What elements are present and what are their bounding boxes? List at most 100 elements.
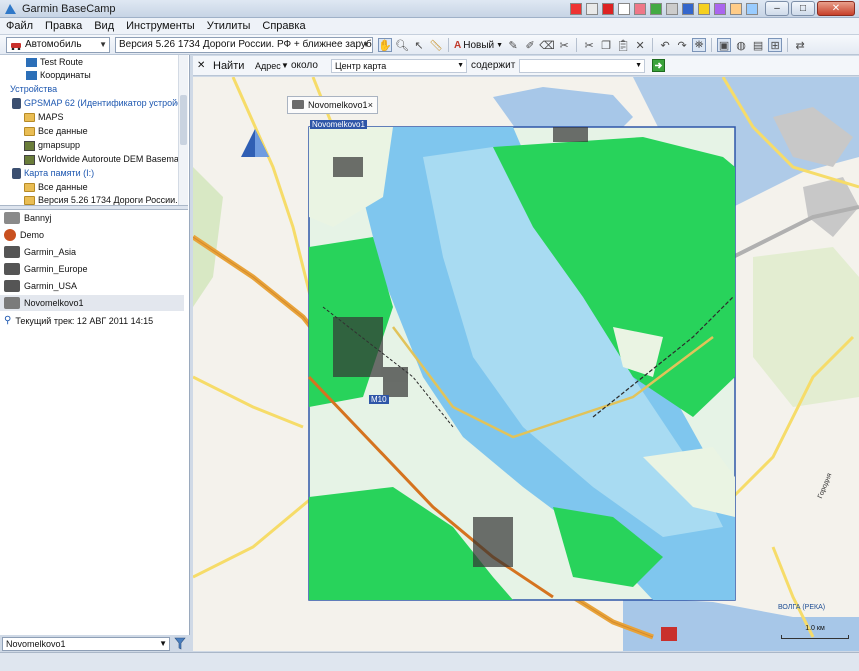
map-icon — [24, 154, 35, 165]
library-item[interactable]: Garmin_USA — [4, 278, 77, 294]
new-icon: A — [454, 39, 462, 51]
folder-icon — [24, 127, 35, 136]
tree-item[interactable]: Test Route — [26, 56, 83, 69]
select-arrow-icon[interactable]: ↖ — [412, 38, 426, 52]
ruler-icon[interactable]: 📏︎ — [429, 38, 443, 52]
collection-icon — [4, 297, 20, 309]
title-bar: Garmin BaseCamp ‒ □ ✕ — [0, 0, 859, 18]
library-item[interactable]: ⚲ Текущий трек: 12 АВГ 2011 14:15 — [4, 313, 153, 329]
library-item-selected[interactable]: Novomelkovo1 — [0, 295, 184, 311]
map-view[interactable]: Novomelkovo1 × Novomelkovo1 M10 ВОЛГА (Р… — [193, 77, 859, 651]
map-view-icon[interactable]: ▣ — [717, 38, 732, 52]
tree-item-gpsmap[interactable]: GPSMAP 62 (Идентификатор устройств — [12, 97, 188, 110]
tree-item-label: Координаты — [40, 70, 91, 80]
menu-utilities[interactable]: Утилиты — [207, 20, 251, 32]
river-label: ВОЛГА (РЕКА) — [778, 604, 826, 611]
folder-icon — [24, 196, 35, 205]
toolbar: Автомобиль ▼ Версия 5.26 1734 Дороги Рос… — [0, 35, 859, 55]
road-shield: M10 — [369, 395, 389, 404]
tree-item[interactable]: gmapsupp — [24, 139, 80, 152]
north-arrow — [241, 129, 269, 157]
library-item[interactable]: Garmin_Europe — [4, 261, 88, 277]
hand-tool-icon[interactable]: ✋ — [378, 38, 392, 52]
copy-icon[interactable]: ❐ — [599, 38, 613, 52]
left-panel: Test Route Координаты Устройства GPSMAP … — [0, 55, 190, 635]
raster-overlay[interactable] — [307, 126, 736, 601]
status-bar — [0, 652, 859, 671]
contains-label: содержит — [471, 60, 516, 71]
menu-bar: Файл Правка Вид Инструменты Утилиты Спра… — [0, 18, 859, 35]
close-tab-icon[interactable]: × — [368, 97, 373, 113]
chevron-down-icon: ▼ — [281, 61, 289, 70]
collection-icon — [292, 100, 304, 109]
chevron-down-icon: ▼ — [362, 40, 370, 49]
close-button[interactable]: ✕ — [817, 1, 855, 16]
menu-tools[interactable]: Инструменты — [126, 20, 195, 32]
filter-select[interactable]: Novomelkovo1 ▼ — [2, 637, 170, 651]
new-label: Новый — [463, 39, 495, 51]
collection-icon — [4, 263, 20, 275]
undo-icon[interactable]: ↶ — [658, 38, 672, 52]
grid-icon[interactable]: ⊞ — [768, 38, 783, 52]
cut-icon[interactable]: ✂ — [582, 38, 596, 52]
tree-item[interactable]: Все данные — [24, 181, 88, 194]
layers-icon[interactable]: ▤ — [751, 38, 765, 52]
tree-item-label: Все данные — [38, 182, 88, 192]
filter-icon[interactable] — [174, 637, 186, 650]
tree-item[interactable]: Все данные — [24, 125, 88, 138]
library-item[interactable]: Demo — [4, 227, 44, 243]
eraser-icon[interactable]: ⌫ — [539, 38, 555, 52]
map-product-value: Версия 5.26 1734 Дороги России. РФ + бли… — [119, 39, 373, 50]
menu-edit[interactable]: Правка — [45, 20, 82, 32]
tree-item-label: gmapsupp — [38, 140, 81, 150]
tree-item[interactable]: Координаты — [26, 69, 91, 82]
tree-item[interactable]: Worldwide Autoroute DEM Basemap.N — [24, 153, 188, 166]
menu-view[interactable]: Вид — [94, 20, 114, 32]
library-item-label: Bannyj — [24, 213, 52, 223]
menu-help[interactable]: Справка — [262, 20, 305, 32]
demo-icon — [4, 229, 16, 241]
scissors-icon[interactable]: ✂ — [557, 38, 571, 52]
tree-item-label: Версия 5.26 1734 Дороги России. Р — [38, 195, 187, 205]
go-icon[interactable] — [652, 59, 665, 72]
chevron-down-icon: ▼ — [635, 62, 642, 69]
minimize-button[interactable]: ‒ — [765, 1, 789, 16]
delete-icon[interactable]: ✕ — [633, 38, 647, 52]
sync-icon[interactable]: ⇄ — [793, 38, 807, 52]
menu-file[interactable]: Файл — [6, 20, 33, 32]
new-button[interactable]: A Новый ▼ — [454, 40, 503, 51]
device-icon — [12, 98, 21, 109]
car-icon — [11, 43, 21, 50]
tree-item-label: Устройства — [10, 84, 58, 94]
address-select[interactable]: Адрес — [255, 59, 281, 73]
library-item[interactable]: Bannyj — [4, 210, 52, 226]
pencil-icon[interactable]: ✎ — [506, 38, 520, 52]
library-item-label: Текущий трек: 12 АВГ 2011 14:15 — [15, 316, 154, 326]
tree-item[interactable]: Версия 5.26 1734 Дороги России. Р — [24, 194, 186, 205]
tree-scrollbar[interactable] — [178, 55, 188, 205]
tree-item-memory-card[interactable]: Карта памяти (I:) — [12, 167, 94, 180]
overlay-label: Novomelkovo1 — [310, 120, 367, 129]
maximize-button[interactable]: □ — [791, 1, 815, 16]
paste-icon[interactable]: 📋︎ — [616, 38, 630, 52]
devices-section[interactable]: Устройства — [10, 83, 57, 96]
edit-icon[interactable]: ✐ — [523, 38, 537, 52]
redo-icon[interactable]: ↷ — [675, 38, 689, 52]
globe-icon[interactable]: ◍ — [734, 38, 748, 52]
near-select[interactable]: Центр карта ▼ — [331, 59, 467, 73]
map-tab[interactable]: Novomelkovo1 × — [287, 96, 378, 114]
app-icon — [5, 4, 16, 14]
tree-item[interactable]: MAPS — [24, 111, 64, 124]
close-search-icon[interactable]: ✕ — [197, 59, 205, 73]
map-canvas[interactable] — [193, 77, 859, 651]
binoculars-icon[interactable]: ⛯ — [692, 38, 707, 52]
window-title: Garmin BaseCamp — [22, 3, 116, 15]
collection-icon — [4, 212, 20, 224]
zoom-icon[interactable]: 🔍︎ — [395, 38, 409, 52]
tree-item-label: Карта памяти (I:) — [24, 168, 95, 178]
profile-select[interactable]: Автомобиль ▼ — [6, 37, 110, 53]
map-product-select[interactable]: Версия 5.26 1734 Дороги России. РФ + бли… — [115, 37, 373, 53]
library-item-label: Novomelkovo1 — [24, 298, 84, 308]
library-item[interactable]: Garmin_Asia — [4, 244, 76, 260]
search-input[interactable]: ▼ — [519, 59, 645, 73]
